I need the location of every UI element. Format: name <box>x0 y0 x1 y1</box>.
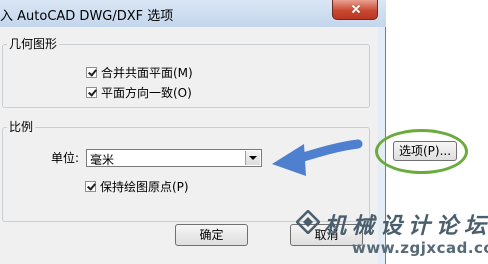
merge-coplanar-option[interactable]: 合并共面平面(M) <box>86 64 193 81</box>
planar-consistent-option[interactable]: 平面方向一致(O) <box>86 84 192 101</box>
geometry-group-title: 几何图形 <box>7 36 60 52</box>
title-bar[interactable]: 入 AutoCAD DWG/DXF 选项 <box>0 0 386 27</box>
unit-select-value: 毫米 <box>90 153 115 167</box>
highlight-ellipse-annotation <box>375 129 468 174</box>
keep-origin-checkbox[interactable] <box>85 181 96 192</box>
annotation-arrow-icon <box>272 139 363 176</box>
watermark-title: 机械设计论坛 <box>324 214 488 239</box>
merge-coplanar-checkbox[interactable] <box>86 67 97 78</box>
keep-origin-label: 保持绘图原点(P) <box>100 180 189 194</box>
watermark: 机械设计论坛 www.zgjxcad.com <box>296 206 488 264</box>
planar-consistent-checkbox[interactable] <box>86 87 97 98</box>
unit-select[interactable]: 毫米 <box>86 149 262 167</box>
chevron-down-icon[interactable] <box>245 151 260 165</box>
ok-button[interactable]: 确定 <box>175 224 248 246</box>
keep-origin-option[interactable]: 保持绘图原点(P) <box>85 178 189 195</box>
scale-group-title: 比例 <box>7 119 36 135</box>
planar-consistent-label: 平面方向一致(O) <box>101 86 192 100</box>
unit-label: 单位: <box>51 151 80 165</box>
window-title: 入 AutoCAD DWG/DXF 选项 <box>0 9 174 24</box>
watermark-url: www.zgjxcad.com <box>352 239 488 257</box>
geometry-group: 几何图形 合并共面平面(M) 平面方向一致(O) <box>2 36 370 108</box>
merge-coplanar-label: 合并共面平面(M) <box>101 66 193 80</box>
forum-logo-icon <box>296 210 320 234</box>
close-button[interactable] <box>332 0 378 20</box>
